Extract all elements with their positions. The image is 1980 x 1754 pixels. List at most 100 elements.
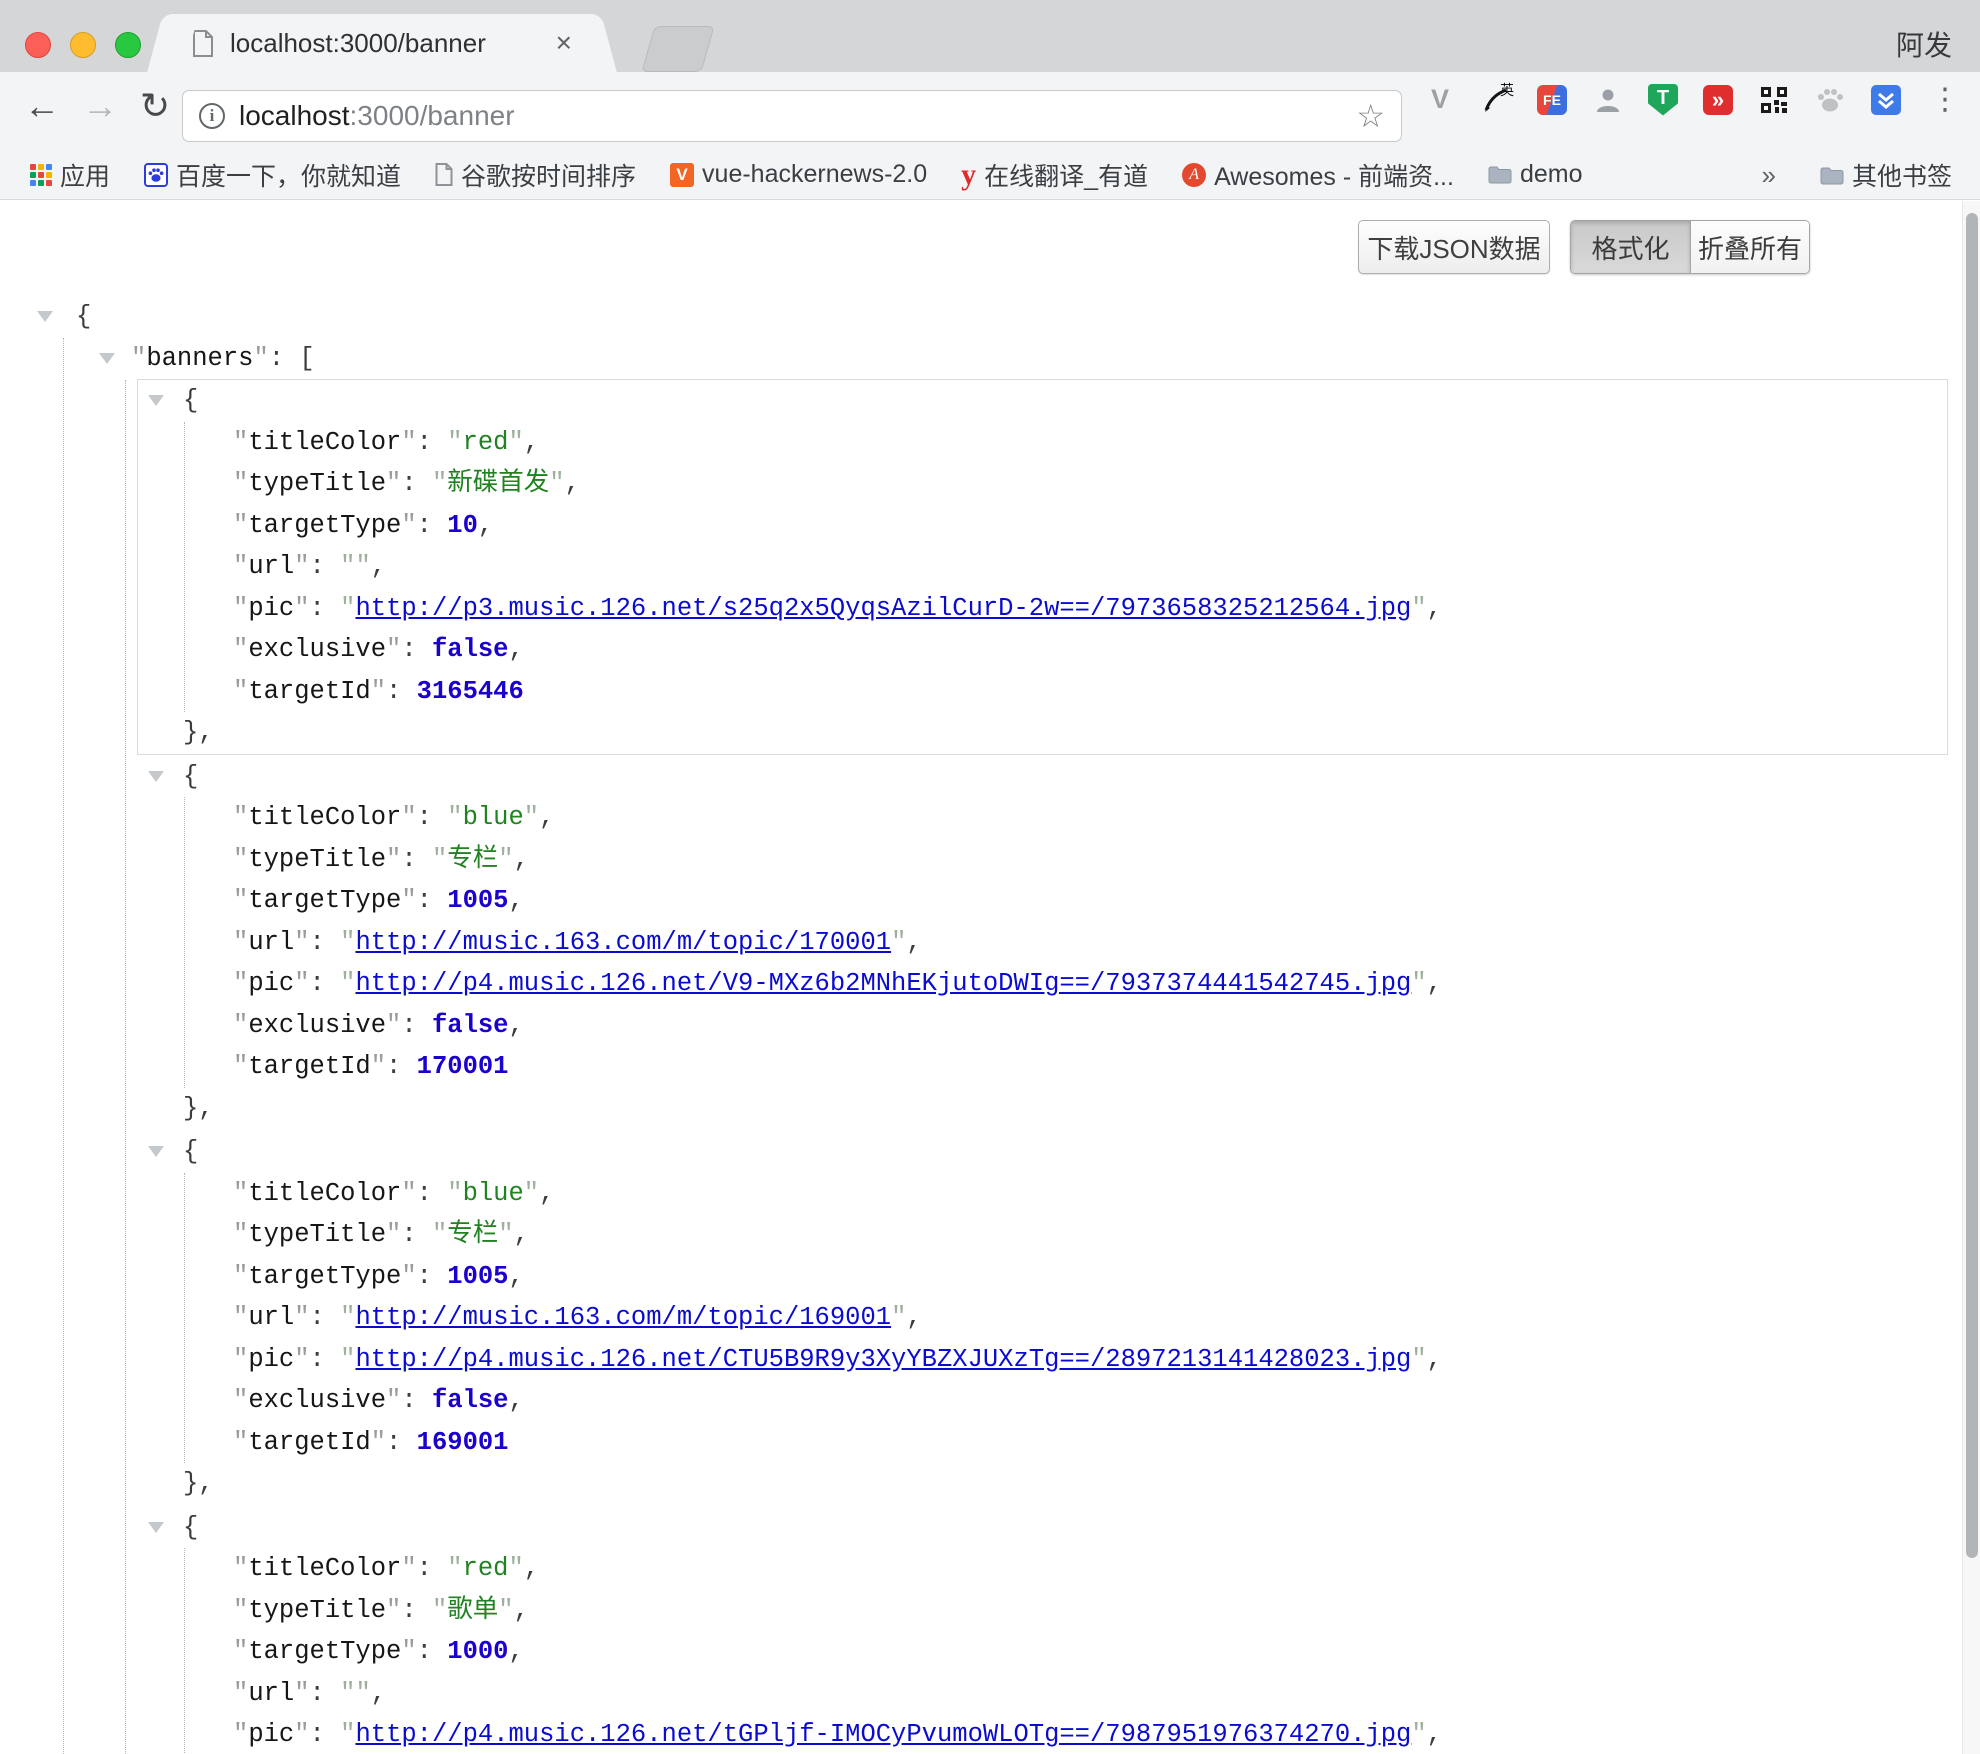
collapse-triangle[interactable] <box>148 1146 164 1157</box>
user-profile-extension-icon[interactable] <box>1592 84 1624 116</box>
bookmark-item-baidu[interactable]: 百度一下，你就知道 <box>144 157 401 193</box>
json-token: " <box>1411 969 1426 998</box>
json-token: : <box>417 803 448 832</box>
forward-icon[interactable]: → <box>82 88 118 124</box>
back-icon[interactable]: ← <box>24 88 60 124</box>
bookmarks-overflow-icon[interactable]: » <box>1762 160 1776 191</box>
json-token: " <box>401 1554 416 1583</box>
collapse-triangle[interactable] <box>148 771 164 782</box>
json-link[interactable]: http://p4.music.126.net/V9-MXz6b2MNhEKju… <box>355 969 1411 998</box>
bookmark-item-vue-hackernews[interactable]: V vue-hackernews-2.0 <box>670 160 927 189</box>
extensions-row: V 英 FE T » ⋮ <box>1424 82 1960 117</box>
banner-object: {"titleColor": "red","typeTitle": "歌单","… <box>137 1506 1948 1754</box>
minimize-window-button[interactable] <box>70 32 96 58</box>
collapse-triangle[interactable] <box>99 353 115 364</box>
close-window-button[interactable] <box>25 32 51 58</box>
bookmark-star-icon[interactable]: ☆ <box>1356 100 1385 132</box>
json-field-row: "url": "", <box>185 546 1947 588</box>
bookmark-item-google-sort[interactable]: 谷歌按时间排序 <box>435 157 636 193</box>
json-key: pic <box>248 969 294 998</box>
browser-tab[interactable]: localhost:3000/banner × <box>172 14 592 72</box>
json-tree: { "banners": [ {"titleColor": "red","typ… <box>0 201 1960 1754</box>
translate-pen-extension-icon[interactable]: 英 <box>1480 84 1512 116</box>
scrollbar-thumb[interactable] <box>1966 213 1978 1558</box>
url-text[interactable]: localhost:3000/banner <box>239 100 1356 132</box>
fehelper-extension-icon[interactable]: FE <box>1536 84 1568 116</box>
json-link[interactable]: http://p3.music.126.net/s25q2x5QyqsAzilC… <box>355 594 1411 623</box>
bookmark-item-apps[interactable]: 应用 <box>30 157 110 193</box>
json-key: pic <box>248 594 294 623</box>
json-value-string: red <box>463 428 509 457</box>
new-tab-button[interactable] <box>641 26 714 72</box>
json-token: " <box>294 594 309 623</box>
json-token: " <box>233 1011 248 1040</box>
browser-window: localhost:3000/banner × 阿发 ← → ↻ i local… <box>0 0 1980 1754</box>
json-link[interactable]: http://p4.music.126.net/tGPljf-IMOCyPvum… <box>355 1720 1411 1749</box>
json-token: , <box>1427 1720 1442 1749</box>
paw-extension-icon[interactable] <box>1814 84 1846 116</box>
close-tab-icon[interactable]: × <box>556 29 572 57</box>
shield-check-extension-icon[interactable] <box>1870 84 1902 116</box>
json-token: " <box>498 845 513 874</box>
vertical-scrollbar[interactable] <box>1962 201 1980 1754</box>
json-token: , <box>371 552 386 581</box>
folder-icon <box>1488 165 1512 184</box>
json-value-string: blue <box>463 1179 524 1208</box>
json-token: " <box>294 552 309 581</box>
json-value-number: false <box>432 635 509 664</box>
json-field-row: "exclusive": false, <box>185 1380 1947 1422</box>
qr-code-extension-icon[interactable] <box>1758 84 1790 116</box>
json-token: " <box>294 1679 309 1708</box>
json-token: " <box>233 428 248 457</box>
json-token: , <box>508 1386 523 1415</box>
json-token: " <box>233 594 248 623</box>
json-token: " <box>233 552 248 581</box>
json-token: : <box>386 1052 417 1081</box>
json-link[interactable]: http://p4.music.126.net/CTU5B9R9y3XyYBZX… <box>355 1345 1411 1374</box>
json-token: " <box>447 1554 462 1583</box>
json-token: " <box>233 1345 248 1374</box>
bookmark-item-youdao[interactable]: y 在线翻译_有道 <box>961 157 1148 193</box>
json-token: " <box>233 803 248 832</box>
object-fields: "titleColor": "red","typeTitle": "歌单","t… <box>184 1548 1947 1754</box>
fast-forward-extension-icon[interactable]: » <box>1702 84 1734 116</box>
json-field-row: "typeTitle": "专栏", <box>185 839 1947 881</box>
json-token: , <box>524 1554 539 1583</box>
page-info-icon[interactable]: i <box>199 103 225 129</box>
json-token: }, <box>183 1094 214 1123</box>
vue-devtools-extension-icon[interactable]: V <box>1424 84 1456 116</box>
bookmarks-bar: 应用 百度一下，你就知道 谷歌按时间排序 V vue-hackernews-2.… <box>0 150 1980 200</box>
json-field-row: "targetType": 1005, <box>185 880 1947 922</box>
address-bar[interactable]: i localhost:3000/banner ☆ <box>182 90 1402 142</box>
browser-menu-icon[interactable]: ⋮ <box>1930 82 1960 117</box>
json-field-row: "url": "", <box>185 1673 1947 1715</box>
json-token: " <box>891 928 906 957</box>
bookmarks-right-group: » 其他书签 <box>1762 150 1952 200</box>
collapse-triangle[interactable] <box>148 1522 164 1533</box>
json-field-row: "targetType": 1005, <box>185 1256 1947 1298</box>
json-token: " <box>371 1428 386 1457</box>
json-field-row: "titleColor": "blue", <box>185 1173 1947 1215</box>
json-token: " <box>340 594 355 623</box>
json-field-row: "typeTitle": "新碟首发", <box>185 463 1947 505</box>
tampermonkey-extension-icon[interactable]: T <box>1648 84 1678 116</box>
json-link[interactable]: http://music.163.com/m/topic/170001 <box>355 928 891 957</box>
json-link[interactable]: http://music.163.com/m/topic/169001 <box>355 1303 891 1332</box>
collapse-triangle[interactable] <box>37 311 53 322</box>
json-token: " <box>233 928 248 957</box>
json-field-row: "targetType": 1000, <box>185 1631 1947 1673</box>
bookmark-item-awesomes[interactable]: A Awesomes - 前端资... <box>1182 157 1454 193</box>
json-token: }, <box>183 718 214 747</box>
json-key: exclusive <box>248 1011 386 1040</box>
fullscreen-window-button[interactable] <box>115 32 141 58</box>
reload-icon[interactable]: ↻ <box>140 88 170 124</box>
json-token: : <box>417 1179 448 1208</box>
collapse-triangle[interactable] <box>148 395 164 406</box>
json-field-row: "url": "http://music.163.com/m/topic/169… <box>185 1297 1947 1339</box>
bookmark-item-demo[interactable]: demo <box>1488 160 1583 189</box>
json-token: : <box>386 1428 417 1457</box>
bookmark-folder-other[interactable]: 其他书签 <box>1820 157 1952 193</box>
json-field-row: "targetId": 170001 <box>185 1046 1947 1088</box>
json-value-string: 专栏 <box>447 1220 498 1249</box>
json-token: " <box>340 1345 355 1374</box>
